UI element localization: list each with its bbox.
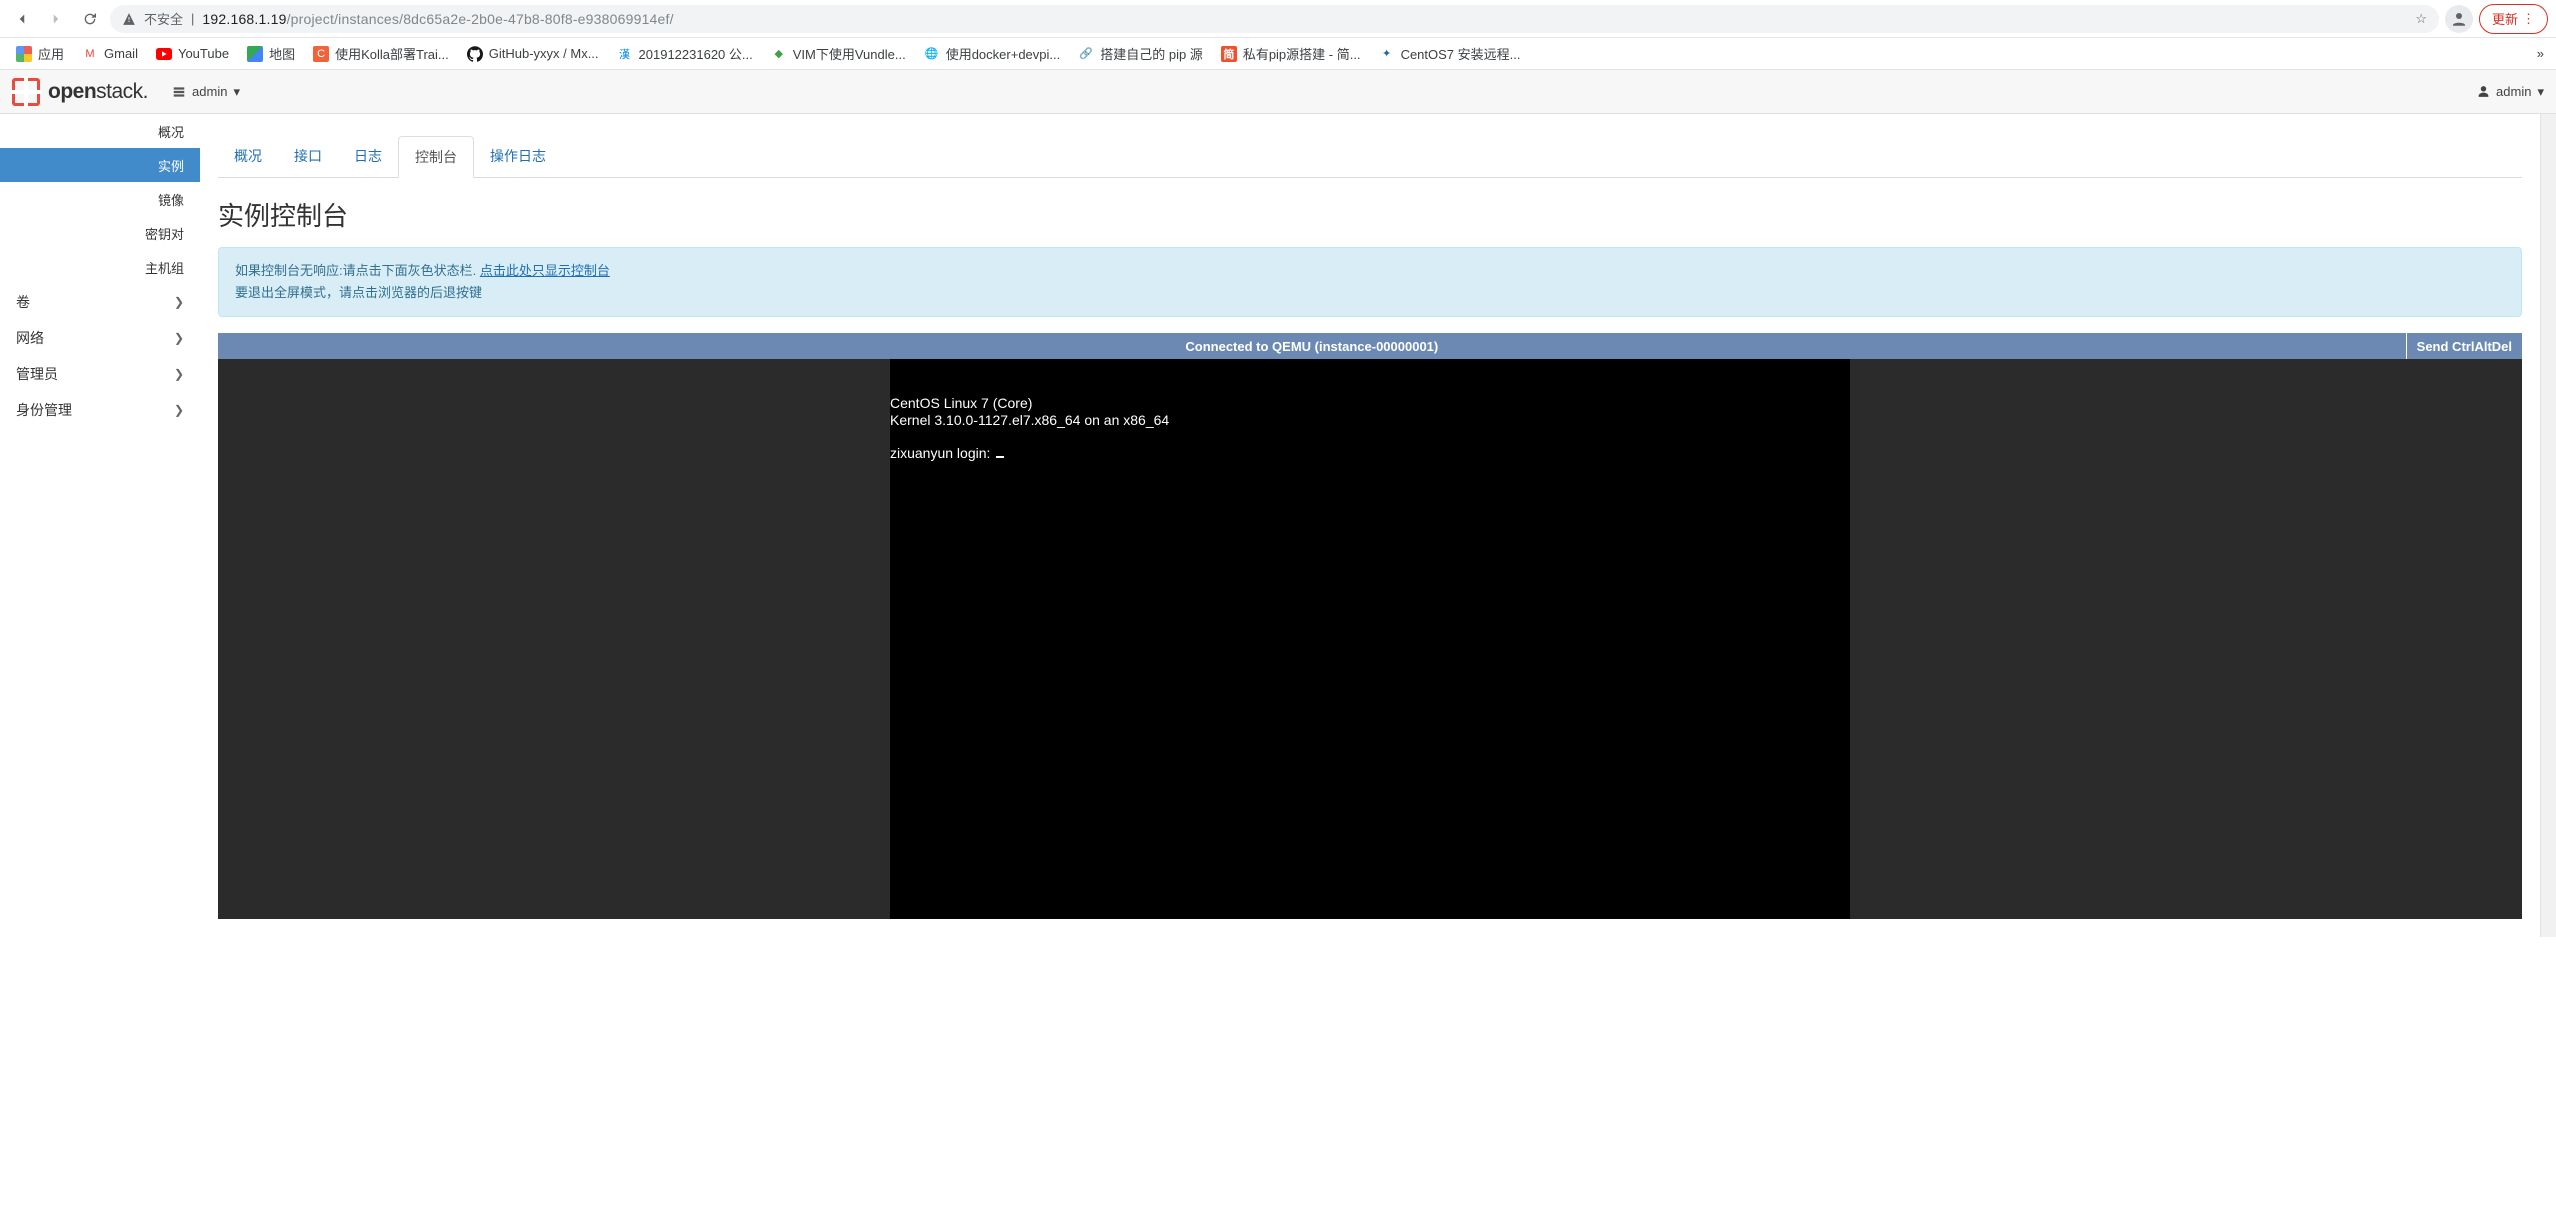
openstack-header: openstack. admin ▾ admin ▾	[0, 70, 2556, 114]
address-bar[interactable]: 不安全 | 192.168.1.19/project/instances/8dc…	[110, 5, 2439, 33]
console-frame[interactable]: CentOS Linux 7 (Core) Kernel 3.10.0-1127…	[218, 359, 2522, 919]
bookmarks-overflow[interactable]: »	[2533, 42, 2548, 65]
send-ctrlaltdel-button[interactable]: Send CtrlAltDel	[2406, 333, 2522, 359]
link-icon: 🔗	[1078, 46, 1094, 62]
alert-line1: 如果控制台无响应:请点击下面灰色状态栏.	[235, 263, 480, 278]
tab-log[interactable]: 日志	[338, 136, 398, 177]
project-selector[interactable]: admin ▾	[172, 84, 240, 100]
youtube-icon	[156, 46, 172, 62]
bookmark-maps[interactable]: 地图	[239, 40, 303, 67]
profile-avatar[interactable]	[2445, 5, 2473, 33]
user-icon	[2477, 85, 2490, 98]
sidenav-group-identity[interactable]: 身份管理❯	[0, 392, 200, 428]
browser-toolbar: 不安全 | 192.168.1.19/project/instances/8dc…	[0, 0, 2556, 38]
tab-console[interactable]: 控制台	[398, 136, 474, 178]
vim-icon: ◆	[771, 46, 787, 62]
gmail-icon: M	[82, 46, 98, 62]
terminal-cursor	[996, 456, 1004, 458]
bookmarks-bar: 应用 MGmail YouTube 地图 C使用Kolla部署Trai... G…	[0, 38, 2556, 70]
sidenav-item-images[interactable]: 镜像	[0, 182, 200, 216]
forward-button[interactable]	[42, 5, 70, 33]
bookmark-star-icon[interactable]: ☆	[2415, 11, 2427, 27]
favicon-c-icon: C	[313, 46, 329, 62]
instance-tabs: 概况 接口 日志 控制台 操作日志	[218, 136, 2522, 178]
page-scrollbar[interactable]	[2540, 114, 2556, 937]
insecure-icon	[122, 12, 136, 26]
bookmark-gmail[interactable]: MGmail	[74, 42, 146, 66]
alert-line2: 要退出全屏模式，请点击浏览器的后退按键	[235, 285, 482, 300]
caret-down-icon: ▾	[233, 84, 240, 100]
gmap-icon	[247, 46, 263, 62]
bookmark-vim[interactable]: ◆VIM下使用Vundle...	[763, 40, 914, 67]
show-only-console-link[interactable]: 点击此处只显示控制台	[480, 263, 610, 278]
tab-overview[interactable]: 概况	[218, 136, 278, 177]
sidenav-group-network[interactable]: 网络❯	[0, 320, 200, 356]
bookmark-kolla[interactable]: C使用Kolla部署Trai...	[305, 40, 457, 67]
update-button[interactable]: 更新 ⋮	[2479, 4, 2548, 34]
console-help-alert: 如果控制台无响应:请点击下面灰色状态栏. 点击此处只显示控制台 要退出全屏模式，…	[218, 247, 2522, 317]
not-secure-label: 不安全	[144, 9, 183, 28]
url-text: 192.168.1.19/project/instances/8dc65a2e-…	[202, 11, 673, 27]
openstack-mark-icon	[12, 78, 40, 106]
centos-icon: ✦	[1379, 46, 1395, 62]
user-menu[interactable]: admin ▾	[2477, 84, 2544, 100]
caret-down-icon: ▾	[2537, 84, 2544, 100]
bookmark-youtube[interactable]: YouTube	[148, 42, 237, 66]
chevron-right-icon: ❯	[174, 403, 184, 417]
sidenav-item-keypairs[interactable]: 密钥对	[0, 216, 200, 250]
bookmark-docker[interactable]: 🌐使用docker+devpi...	[916, 40, 1069, 67]
bookmark-pip[interactable]: 🔗搭建自己的 pip 源	[1070, 40, 1211, 67]
reload-button[interactable]	[76, 5, 104, 33]
page-title: 实例控制台	[218, 196, 2522, 233]
sidenav-item-instances[interactable]: 实例	[0, 148, 200, 182]
bookmark-pvt-pip[interactable]: 简私有pip源搭建 - 简...	[1213, 40, 1369, 67]
sidenav-item-overview[interactable]: 概况	[0, 114, 200, 148]
sidenav: 概况 实例 镜像 密钥对 主机组 卷❯ 网络❯ 管理员❯ 身份管理❯	[0, 114, 200, 937]
openstack-logo[interactable]: openstack.	[12, 78, 148, 106]
bookmark-numdate[interactable]: 漢201912231620 公...	[609, 40, 761, 67]
apps-button[interactable]: 应用	[8, 40, 72, 67]
github-icon	[467, 46, 483, 62]
console: Connected to QEMU (instance-00000001) Se…	[218, 333, 2522, 919]
back-button[interactable]	[8, 5, 36, 33]
tab-actionlog[interactable]: 操作日志	[474, 136, 562, 177]
chevron-right-icon: ❯	[174, 295, 184, 309]
sidenav-group-volumes[interactable]: 卷❯	[0, 284, 200, 320]
kebab-icon: ⋮	[2522, 15, 2535, 23]
console-statusbar[interactable]: Connected to QEMU (instance-00000001) Se…	[218, 333, 2522, 359]
chevron-right-icon: ❯	[174, 367, 184, 381]
sidenav-group-admin[interactable]: 管理员❯	[0, 356, 200, 392]
apps-icon	[16, 46, 32, 62]
favicon-cn-icon: 漢	[617, 46, 633, 62]
content-area: 概况 接口 日志 控制台 操作日志 实例控制台 如果控制台无响应:请点击下面灰色…	[200, 114, 2540, 937]
chevron-right-icon: ❯	[174, 331, 184, 345]
favicon-jian-icon: 简	[1221, 46, 1237, 62]
globe-icon: 🌐	[924, 46, 940, 62]
bookmark-github[interactable]: GitHub-yxyx / Mx...	[459, 42, 607, 66]
bookmark-centos[interactable]: ✦CentOS7 安装远程...	[1371, 40, 1529, 67]
console-terminal[interactable]: CentOS Linux 7 (Core) Kernel 3.10.0-1127…	[890, 359, 1850, 919]
console-status-text: Connected to QEMU (instance-00000001)	[218, 339, 2406, 354]
sidenav-item-hostgroup[interactable]: 主机组	[0, 250, 200, 284]
tab-interfaces[interactable]: 接口	[278, 136, 338, 177]
domain-icon	[172, 85, 186, 99]
